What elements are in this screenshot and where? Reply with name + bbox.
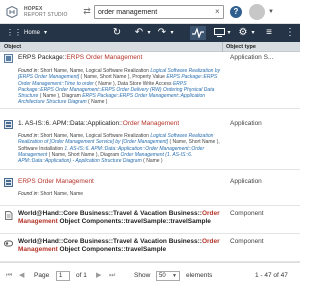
settings-icon[interactable]: ⚙ [236, 26, 250, 40]
application-icon [4, 120, 13, 129]
previous-page-icon[interactable]: ◀ [19, 263, 24, 287]
found-text: ( Name ) [88, 99, 108, 106]
result-type: Application S... [230, 54, 274, 61]
hopex-logo-icon [6, 6, 18, 18]
page-size-select[interactable]: 50 ▼ [156, 271, 180, 281]
list-item[interactable]: World@Hand::Core Business::Travel & Vaca… [0, 207, 300, 234]
page-label: Page [34, 272, 50, 279]
application-system-icon [4, 54, 13, 63]
brand-product: REPORT STUDIO [24, 12, 68, 18]
document-icon [5, 211, 13, 220]
page-total: of 1 [76, 272, 87, 279]
chevron-down-icon[interactable]: ▾ [145, 26, 153, 40]
activity-icon[interactable] [190, 26, 206, 40]
refresh-icon[interactable]: ↻ [110, 26, 124, 40]
page-number-input[interactable]: 1 [56, 271, 70, 281]
chevron-down-icon[interactable]: ▾ [168, 26, 176, 40]
found-text: ( Name ) [143, 158, 163, 165]
sliders-icon[interactable]: ≡ [262, 26, 276, 40]
chevron-down-icon[interactable]: ▾ [225, 26, 233, 40]
app-brand: HOPEX REPORT STUDIO [24, 6, 68, 18]
found-text: ( Name, Short Name ), Diagram [48, 151, 120, 158]
results-range: 1 - 47 of 47 [255, 272, 288, 279]
chevron-down-icon[interactable]: ▾ [44, 28, 47, 38]
chevron-down-icon[interactable]: ▾ [249, 26, 257, 40]
app-grid-icon[interactable]: ⋮⋮ [6, 29, 22, 37]
next-page-icon[interactable]: ▶ [96, 263, 101, 287]
title-path: 1. AS-IS::6. APM::Data::Application:: [18, 120, 123, 127]
title-suffix: Object Components::travelSample [57, 246, 167, 253]
column-object[interactable]: Object [4, 42, 21, 52]
swap-arrows-icon[interactable]: ⇄ [82, 6, 92, 16]
result-type: Application [230, 178, 262, 185]
found-text: : Short Name, Name [37, 191, 84, 197]
results-list: ERPS Package::ERPS Order Management Appl… [0, 52, 300, 262]
pagination-bar: ⏮ ◀ Page 1 of 1 ▶ ⏭ Show 50 ▼ elements 1… [0, 262, 300, 287]
found-text: : Short Name, Name, Logical Software Rea… [37, 133, 149, 139]
found-in-details: Found in: Short Name, Name, Logical Soft… [18, 133, 223, 164]
column-object-type[interactable]: Object type [226, 42, 256, 52]
title-highlight: ERPS Order Management [66, 54, 143, 61]
title-path: World@Hand::Core Business::Travel & Vaca… [18, 238, 202, 245]
list-item[interactable]: ERPS Package::ERPS Order Management Appl… [0, 52, 300, 109]
result-title[interactable]: ERPS Package::ERPS Order Management [18, 54, 218, 62]
clear-search-icon[interactable]: × [215, 8, 222, 16]
navigation-bar: ⋮⋮ Home ▾ ↻ ↶ ▾ ↷ ▾ ▾ ⚙ ▾ ≡ ⋮ [0, 24, 300, 42]
result-title[interactable]: 1. AS-IS::6. APM::Data::Application::Ord… [18, 120, 218, 128]
found-text: ( Name ), Diagram [39, 93, 81, 100]
title-suffix: Object Components::travelSample::travelS… [57, 218, 211, 225]
title-path: ERPS Package:: [18, 54, 67, 61]
chevron-down-icon: ▼ [172, 273, 177, 279]
found-text: ( Name, Short Name ), Property Value [80, 74, 165, 81]
search-input[interactable] [94, 5, 224, 19]
undo-icon[interactable]: ↶ [132, 26, 146, 40]
found-text: ( Name ), Data Store Write Access [95, 80, 172, 87]
last-page-icon[interactable]: ⏭ [109, 263, 115, 287]
title-highlight: Order Management [122, 120, 180, 127]
found-in-details: Found in: Short Name, Name [18, 191, 223, 197]
found-in-label: Found in [18, 68, 38, 74]
page-size-value: 50 [159, 273, 166, 279]
result-type: Application [230, 120, 262, 127]
home-menu[interactable]: Home [24, 28, 40, 38]
list-item[interactable]: World@Hand::Core Business::Travel & Vaca… [0, 235, 300, 262]
found-in-details: Found in: Short Name, Name, Logical Soft… [18, 68, 223, 106]
results-column-header: Object Object type [0, 42, 300, 52]
found-in-label: Found in [18, 133, 38, 139]
redo-icon[interactable]: ↷ [155, 26, 169, 40]
help-button[interactable]: ? [230, 6, 242, 18]
list-item[interactable]: ERPS Order Management Application Found … [0, 173, 300, 206]
application-icon [4, 178, 13, 187]
list-item[interactable]: 1. AS-IS::6. APM::Data::Application::Ord… [0, 112, 300, 170]
column-divider[interactable] [222, 42, 223, 52]
component-link-icon [4, 240, 13, 247]
elements-label: elements [186, 272, 213, 279]
show-label: Show [134, 272, 151, 279]
title-highlight: ERPS Order Management [18, 178, 94, 185]
first-page-icon[interactable]: ⏮ [6, 263, 12, 287]
result-type: Component [230, 238, 264, 245]
more-menu-icon[interactable]: ⋮ [283, 26, 297, 40]
result-title[interactable]: World@Hand::Core Business::Travel & Vaca… [18, 210, 223, 226]
result-title[interactable]: ERPS Order Management [18, 178, 218, 186]
result-title[interactable]: World@Hand::Core Business::Travel & Vaca… [18, 238, 223, 254]
found-text: : Short Name, Name, Logical Software Rea… [37, 68, 149, 74]
chevron-down-icon[interactable]: ▼ [268, 9, 276, 15]
result-type: Component [230, 210, 264, 217]
title-path: World@Hand::Core Business::Travel & Vaca… [18, 210, 202, 217]
top-bar: HOPEX REPORT STUDIO ⇄ × ? ▼ [0, 0, 300, 24]
found-in-label: Found in [18, 191, 38, 197]
user-avatar[interactable] [249, 4, 265, 20]
monitor-icon[interactable] [212, 26, 226, 40]
